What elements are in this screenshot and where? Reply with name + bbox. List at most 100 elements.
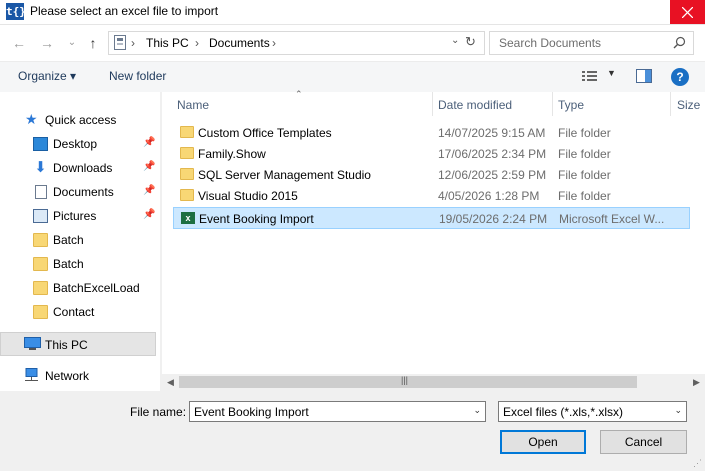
horizontal-scrollbar[interactable]: ◀ ||| ▶ [162,374,705,391]
preview-pane-icon[interactable] [636,69,652,83]
scroll-thumb[interactable]: ||| [179,375,637,388]
nav-item-label: Downloads [53,161,113,175]
scroll-grip: ||| [401,375,409,385]
navigation-pane: ★ Quick access Desktop 📌 ⬇ Downloads 📌 D… [0,92,160,391]
search-icon [673,36,686,49]
nav-item-batch-2[interactable]: Batch [0,253,156,275]
pc-monitor-icon [24,337,41,350]
nav-quick-access[interactable]: ★ Quick access [0,109,156,131]
forward-arrow-icon[interactable]: → [37,34,57,52]
file-type: Microsoft Excel W... [559,212,665,226]
file-date: 14/07/2025 9:15 AM [438,126,546,140]
file-name: Visual Studio 2015 [198,189,298,203]
breadcrumb-separator: › [272,36,276,50]
file-type-select[interactable]: Excel files (*.xls,*.xlsx) ⌄ [498,401,687,422]
nav-item-contact[interactable]: Contact [0,301,156,323]
column-header-name[interactable]: Name [177,98,209,112]
file-type: File folder [558,168,611,182]
open-button[interactable]: Open [500,430,586,454]
nav-network[interactable]: Network [0,365,156,387]
nav-item-label: BatchExcelLoad [53,281,140,295]
breadcrumb-this-pc[interactable]: This PC [146,36,189,50]
file-name-field[interactable]: Event Booking Import ⌄ [189,401,486,422]
nav-item-pictures[interactable]: Pictures 📌 [0,205,156,227]
file-name: Custom Office Templates [198,126,332,140]
nav-item-label: Contact [53,305,95,319]
folder-icon [180,189,194,201]
folder-icon [180,168,194,180]
pictures-icon [33,209,48,223]
address-dropdown-chevron-icon[interactable]: ⌄ [451,35,459,46]
nav-item-batch[interactable]: Batch [0,229,156,251]
nav-item-label: Batch [53,257,84,271]
nav-item-batchexcelload[interactable]: BatchExcelLoad [0,277,156,299]
search-box[interactable]: Search Documents [489,31,694,55]
column-divider[interactable] [552,92,553,116]
folder-icon [33,281,48,295]
column-header-date-modified[interactable]: Date modified [438,98,512,112]
folder-icon [180,147,194,159]
nav-this-pc[interactable]: This PC [0,332,156,356]
file-row-visual-studio-2015[interactable]: Visual Studio 2015 4/05/2026 1:28 PM Fil… [173,186,690,206]
downloads-icon: ⬇ [34,159,47,176]
view-options-icon[interactable] [582,70,598,82]
nav-network-label: Network [45,369,90,383]
file-type-value: Excel files (*.xls,*.xlsx) [503,405,624,419]
file-row-sql-server-management-studio[interactable]: SQL Server Management Studio 12/06/2025 … [173,165,690,185]
folder-icon [33,233,48,247]
window-title: Please select an excel file to import [30,4,219,18]
help-icon[interactable]: ? [671,68,689,86]
close-button[interactable] [670,0,705,24]
column-divider[interactable] [432,92,433,116]
nav-item-documents[interactable]: Documents 📌 [0,181,156,203]
cancel-button[interactable]: Cancel [600,430,687,454]
column-header-type[interactable]: Type [558,98,584,112]
search-input[interactable]: Search Documents [499,36,601,50]
nav-item-desktop[interactable]: Desktop 📌 [0,133,156,155]
nav-item-downloads[interactable]: ⬇ Downloads 📌 [0,157,156,179]
file-row-custom-office-templates[interactable]: Custom Office Templates 14/07/2025 9:15 … [173,123,690,143]
pin-icon: 📌 [143,185,156,196]
chevron-down-icon[interactable]: ⌄ [674,405,682,416]
breadcrumb-documents[interactable]: Documents [209,36,270,50]
nav-item-label: Documents [53,185,114,199]
new-folder-button[interactable]: New folder [109,69,166,83]
back-arrow-icon[interactable]: ← [9,34,29,52]
organize-button[interactable]: Organize ▾ [18,69,76,83]
file-date: 4/05/2026 1:28 PM [438,189,540,203]
nav-item-label: Pictures [53,209,97,223]
file-type: File folder [558,189,611,203]
file-date: 17/06/2025 2:34 PM [438,147,547,161]
network-icon [25,368,38,381]
breadcrumb-separator: › [195,36,199,50]
address-bar[interactable]: › This PC › Documents › ⌄ ↻ [108,31,485,55]
recent-locations-chevron-icon[interactable]: ⌄ [62,34,82,52]
nav-quick-access-label: Quick access [45,113,117,127]
up-arrow-icon[interactable]: ↑ [83,34,103,52]
file-name-value: Event Booking Import [194,405,309,419]
file-row-event-booking-import[interactable]: x Event Booking Import 19/05/2026 2:24 P… [173,207,690,229]
folder-icon [33,305,48,319]
chevron-down-icon[interactable]: ⌄ [473,405,481,416]
resize-grip-icon[interactable]: ⋰ [693,458,702,469]
file-date: 19/05/2026 2:24 PM [439,212,548,226]
command-toolbar: Organize ▾ New folder ▼ ? [0,61,705,93]
view-dropdown-chevron-icon[interactable]: ▼ [607,68,616,78]
column-divider[interactable] [670,92,671,116]
close-icon [682,7,693,18]
column-header-size[interactable]: Size [677,98,700,112]
app-icon: t{} [6,3,26,20]
pin-icon: 📌 [143,161,156,172]
nav-this-pc-label: This PC [45,338,88,352]
file-name: Family.Show [198,147,266,161]
file-type: File folder [558,147,611,161]
desktop-icon [33,137,48,151]
scroll-right-icon[interactable]: ▶ [688,374,705,391]
scroll-left-icon[interactable]: ◀ [162,374,179,391]
documents-icon [35,185,47,199]
refresh-icon[interactable]: ↻ [465,34,476,50]
sort-ascending-icon: ⌃ [295,89,303,99]
nav-item-label: Batch [53,233,84,247]
nav-item-label: Desktop [53,137,98,151]
file-row-family-show[interactable]: Family.Show 17/06/2025 2:34 PM File fold… [173,144,690,164]
